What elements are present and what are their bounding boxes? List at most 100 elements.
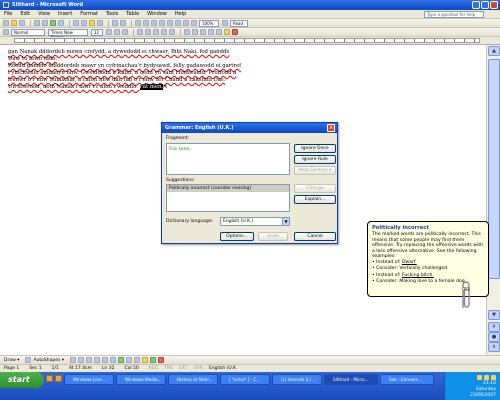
menu-edit[interactable]: Edit: [20, 11, 30, 17]
dialog-close-icon[interactable]: ×: [327, 124, 335, 132]
spelling-icon[interactable]: [50, 20, 56, 26]
insert-table-icon[interactable]: [151, 20, 157, 26]
chevron-down-icon[interactable]: ▼: [282, 218, 289, 225]
status-trk[interactable]: TRK: [164, 366, 173, 371]
document-map-icon[interactable]: [183, 20, 189, 26]
align-left-icon[interactable]: [137, 29, 143, 35]
fill-color-icon[interactable]: [142, 357, 149, 363]
undo-button[interactable]: Undo: [258, 232, 288, 241]
wordart-icon[interactable]: [110, 357, 117, 363]
tray-icon[interactable]: [484, 375, 489, 380]
taskbar-button-active[interactable]: Slithard - Micro...: [324, 374, 378, 385]
read-button[interactable]: Read: [230, 19, 248, 27]
font-color-icon[interactable]: [232, 29, 238, 35]
taskbar-button[interactable]: History of Sikhi...: [168, 374, 218, 385]
clipart-icon[interactable]: [126, 357, 133, 363]
undo-icon[interactable]: [112, 20, 118, 26]
line-icon[interactable]: [70, 357, 77, 363]
menu-insert[interactable]: Insert: [58, 11, 72, 17]
next-sentence-button[interactable]: Next Sentence: [294, 166, 336, 175]
menu-tools[interactable]: Tools: [106, 11, 118, 17]
align-right-icon[interactable]: [153, 29, 159, 35]
redo-icon[interactable]: [120, 20, 126, 26]
picture-icon[interactable]: [134, 357, 141, 363]
research-icon[interactable]: [58, 20, 64, 26]
taskbar-button[interactable]: [ *asha* ] - C...: [220, 374, 270, 385]
zoom-select[interactable]: 100%: [199, 19, 219, 27]
font-size-select[interactable]: 12: [91, 28, 103, 36]
open-icon[interactable]: [11, 20, 17, 26]
align-center-icon[interactable]: [145, 29, 151, 35]
autoshapes-menu[interactable]: AutoShapes ▾: [33, 358, 64, 363]
quick-launch-icon[interactable]: [55, 375, 62, 382]
styles-icon[interactable]: [3, 29, 9, 35]
maximize-button[interactable]: [481, 1, 489, 9]
menu-view[interactable]: View: [38, 11, 50, 17]
previous-page-icon[interactable]: ⇞: [488, 322, 500, 332]
horizontal-ruler[interactable]: [0, 37, 500, 45]
cancel-button[interactable]: Cancel: [294, 232, 336, 241]
taskbar-button[interactable]: Windows Media...: [116, 374, 166, 385]
font-select[interactable]: Times New Roman: [48, 28, 88, 40]
suggestions-list[interactable]: Politically incorrect (consider revising…: [166, 184, 290, 212]
next-page-icon[interactable]: ⇟: [488, 342, 500, 352]
ignore-once-button[interactable]: Ignore Once: [294, 144, 336, 153]
status-rec[interactable]: REC: [149, 366, 158, 371]
scroll-up-icon[interactable]: ▲: [488, 46, 500, 56]
tables-icon[interactable]: [143, 20, 149, 26]
fragment-box[interactable]: Fat men.: [166, 143, 290, 175]
taskbar-button[interactable]: Windows Live ...: [64, 374, 114, 385]
scroll-thumb[interactable]: [488, 59, 500, 279]
explain-button[interactable]: Explain...: [294, 195, 336, 204]
insert-excel-icon[interactable]: [159, 20, 165, 26]
quick-launch-icon[interactable]: [46, 375, 53, 382]
menu-help[interactable]: Help: [175, 11, 186, 17]
rectangle-icon[interactable]: [86, 357, 93, 363]
paperclip-assistant-icon[interactable]: [458, 280, 474, 310]
select-browse-object-icon[interactable]: ●: [488, 332, 500, 342]
word-app-icon[interactable]: [3, 2, 9, 8]
arrow-icon[interactable]: [78, 357, 85, 363]
line-spacing-icon[interactable]: [169, 29, 175, 35]
help-search-input[interactable]: Type a question for help: [424, 11, 484, 18]
suggestion-item[interactable]: Politically incorrect (consider revising…: [167, 185, 289, 192]
tray-icon[interactable]: [491, 375, 496, 380]
numbering-icon[interactable]: [184, 29, 190, 35]
scroll-down-icon[interactable]: ▼: [488, 310, 500, 320]
style-select[interactable]: Normal: [11, 28, 45, 36]
document-text[interactable]: gan Nanak dddordeb niewn crefydd, a dywe…: [8, 49, 258, 91]
diagram-icon[interactable]: [118, 357, 125, 363]
taskbar-button[interactable]: (L) Hannah (L) ...: [272, 374, 322, 385]
italic-icon[interactable]: [114, 29, 120, 35]
textbox-icon[interactable]: [102, 357, 109, 363]
vertical-scrollbar[interactable]: ▲ ▼ ⇞ ● ⇟: [486, 45, 500, 355]
menu-table[interactable]: Table: [126, 11, 139, 17]
oval-icon[interactable]: [94, 357, 101, 363]
underline-icon[interactable]: [122, 29, 128, 35]
bold-icon[interactable]: [106, 29, 112, 35]
minimize-button[interactable]: [472, 1, 480, 9]
select-objects-icon[interactable]: [25, 357, 32, 363]
text-color-icon[interactable]: [158, 357, 165, 363]
decrease-indent-icon[interactable]: [200, 29, 206, 35]
increase-indent-icon[interactable]: [208, 29, 214, 35]
paste-icon[interactable]: [89, 20, 95, 26]
show-hide-icon[interactable]: [191, 20, 197, 26]
selected-text[interactable]: Fat men.: [139, 84, 164, 90]
status-language[interactable]: English (U.K: [209, 366, 236, 371]
change-button[interactable]: Change: [294, 184, 336, 193]
dictionary-language-select[interactable]: English (U.K.) ▼: [220, 217, 290, 226]
justify-icon[interactable]: [161, 29, 167, 35]
bullets-icon[interactable]: [192, 29, 198, 35]
hyperlink-icon[interactable]: [135, 20, 141, 26]
save-icon[interactable]: [19, 20, 25, 26]
new-icon[interactable]: [3, 20, 9, 26]
print-preview-icon[interactable]: [42, 20, 48, 26]
status-ovr[interactable]: OVR: [193, 366, 203, 371]
draw-menu[interactable]: Draw ▾: [4, 358, 19, 363]
start-button[interactable]: start: [0, 372, 44, 388]
cut-icon[interactable]: [73, 20, 79, 26]
format-painter-icon[interactable]: [97, 20, 103, 26]
help-icon[interactable]: [222, 20, 228, 26]
options-button[interactable]: Options...: [220, 232, 254, 241]
